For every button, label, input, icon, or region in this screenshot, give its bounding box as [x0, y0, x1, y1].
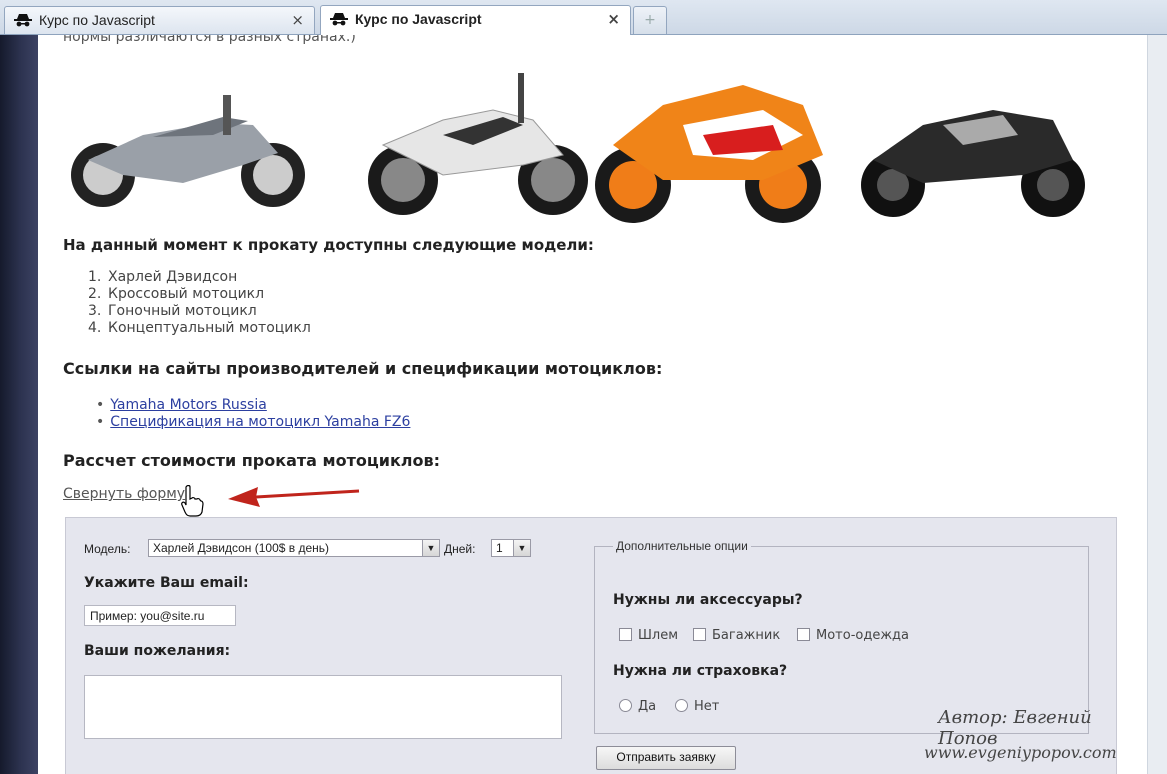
concept-bike-image [861, 110, 1085, 217]
accessories-heading: Нужны ли аксессуары? [613, 592, 803, 608]
browser-tab-bar: Курс по Javascript × Курс по Javascript … [0, 0, 1167, 35]
model-select[interactable]: Харлей Дэвидсон (100$ в день) ▼ [148, 539, 440, 557]
email-field[interactable]: Пример: you@site.ru [84, 605, 236, 626]
list-item: 4. Концептуальный мотоцикл [88, 320, 311, 336]
models-list: 1. Харлей Дэвидсон 2. Кроссовый мотоцикл 3… [88, 269, 311, 337]
new-tab-button[interactable]: + [633, 6, 667, 34]
racing-bike-image [595, 85, 823, 223]
list-item: 3. Гоночный мотоцикл [88, 303, 257, 319]
options-legend: Дополнительные опции [613, 539, 751, 553]
yamaha-russia-link[interactable]: Yamaha Motors Russia [110, 397, 267, 413]
cross-bike-image [368, 73, 588, 215]
checkbox[interactable] [693, 628, 706, 641]
browser-tab-1[interactable]: Курс по Javascript × [4, 6, 315, 34]
options-fieldset: Дополнительные опции Нужны ли аксессуары… [594, 539, 1089, 734]
accessory-helmet[interactable]: Шлем [619, 628, 678, 643]
fz6-spec-link[interactable]: Спецификация на мотоцикл Yamaha FZ6 [110, 414, 410, 430]
chevron-down-icon: ▼ [513, 540, 530, 556]
close-tab-icon[interactable]: × [291, 11, 304, 29]
red-arrow-icon [228, 487, 360, 507]
list-item: 2. Кроссовый мотоцикл [88, 286, 265, 302]
submit-button[interactable]: Отправить заявку [596, 746, 736, 770]
tab-label: Курс по Javascript [39, 12, 155, 28]
radio[interactable] [675, 699, 688, 712]
spy-icon [14, 14, 32, 27]
wishes-textarea[interactable] [84, 675, 562, 739]
checkbox[interactable] [619, 628, 632, 641]
cut-text: нормы различаются в разных странах.) [63, 35, 356, 45]
accessory-clothing[interactable]: Мото-одежда [797, 628, 909, 643]
radio[interactable] [619, 699, 632, 712]
harley-bike-image [71, 95, 305, 207]
chevron-down-icon: ▼ [422, 540, 439, 556]
days-select[interactable]: 1 ▼ [491, 539, 531, 557]
model-label: Модель: [84, 542, 131, 556]
tab-label: Курс по Javascript [355, 11, 482, 27]
days-label: Дней: [444, 542, 476, 556]
scrollbar[interactable] [1147, 35, 1167, 774]
insurance-heading: Нужна ли страховка? [613, 663, 788, 679]
watermark-site: www.evgeniypopov.com [924, 743, 1117, 762]
email-heading: Укажите Ваш email: [84, 575, 249, 591]
links-heading: Ссылки на сайты производителей и специфи… [63, 359, 663, 378]
close-tab-icon[interactable]: × [607, 10, 620, 28]
checkbox[interactable] [797, 628, 810, 641]
collapse-form-link[interactable]: Свернуть форму [63, 486, 185, 502]
accessory-trunk[interactable]: Багажник [693, 628, 780, 643]
side-frame [0, 35, 38, 774]
browser-tab-2[interactable]: Курс по Javascript × [320, 5, 631, 35]
insurance-no[interactable]: Нет [675, 699, 719, 714]
available-heading: На данный момент к прокату доступны след… [63, 236, 594, 254]
calc-heading: Рассчет стоимости проката мотоциклов: [63, 451, 441, 470]
spy-icon [330, 13, 348, 26]
page-content: нормы различаются в разных странах.) На … [38, 35, 1148, 774]
insurance-yes[interactable]: Да [619, 699, 656, 714]
links-list: • Yamaha Motors Russia • Спецификация на м… [96, 397, 411, 430]
wishes-heading: Ваши пожелания: [84, 643, 231, 659]
motorcycle-images [71, 73, 1085, 223]
list-item: 1. Харлей Дэвидсон [88, 269, 238, 285]
hand-cursor-icon [181, 485, 204, 517]
